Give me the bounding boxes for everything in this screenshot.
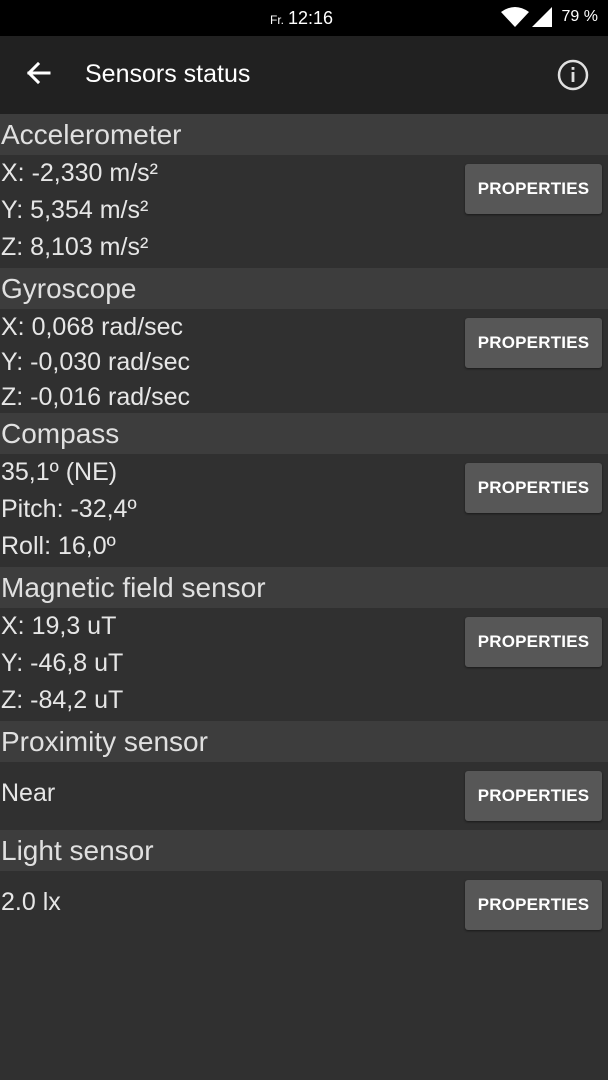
light-properties-button[interactable]: PROPERTIES xyxy=(465,880,602,930)
day-label: Fr. xyxy=(270,13,284,27)
sensor-value-z: Z: 8,103 m/s² xyxy=(1,233,149,261)
sensor-proximity: Proximity sensor Near PROPERTIES xyxy=(0,721,608,830)
info-icon xyxy=(556,59,590,96)
clock: Fr. 12:16 xyxy=(270,8,333,29)
sensor-magnetic-field: Magnetic field sensor X: 19,3 uT Y: -46,… xyxy=(0,567,608,721)
sensor-gyroscope: Gyroscope X: 0,068 rad/sec Y: -0,030 rad… xyxy=(0,268,608,413)
magnetic-field-properties-button[interactable]: PROPERTIES xyxy=(465,617,602,667)
back-button[interactable] xyxy=(20,57,56,93)
sensor-title: Light sensor xyxy=(0,830,608,871)
sensor-values: X: 19,3 uT Y: -46,8 uT Z: -84,2 uT PROPE… xyxy=(0,608,608,721)
signal-icon xyxy=(531,7,552,27)
sensor-value-z: Z: -84,2 uT xyxy=(1,686,124,714)
arrow-back-icon xyxy=(25,61,51,90)
sensor-title: Accelerometer xyxy=(0,114,608,155)
sensor-values: 2.0 lx PROPERTIES xyxy=(0,871,608,939)
sensor-title: Proximity sensor xyxy=(0,721,608,762)
sensor-values: X: 0,068 rad/sec Y: -0,030 rad/sec Z: -0… xyxy=(0,309,608,413)
app-bar: Sensors status xyxy=(0,36,608,114)
sensor-value-z: Z: -0,016 rad/sec xyxy=(1,383,190,411)
sensor-values: 35,1º (NE) Pitch: -32,4º Roll: 16,0º PRO… xyxy=(0,454,608,567)
proximity-properties-button[interactable]: PROPERTIES xyxy=(465,771,602,821)
sensor-light: Light sensor 2.0 lx PROPERTIES xyxy=(0,830,608,939)
status-bar: Fr. 12:16 79 % xyxy=(0,0,608,36)
sensor-values: Near PROPERTIES xyxy=(0,762,608,830)
sensor-list: Accelerometer X: -2,330 m/s² Y: 5,354 m/… xyxy=(0,114,608,939)
sensor-title: Magnetic field sensor xyxy=(0,567,608,608)
sensor-compass: Compass 35,1º (NE) Pitch: -32,4º Roll: 1… xyxy=(0,413,608,567)
compass-roll: Roll: 16,0º xyxy=(1,532,116,560)
compass-properties-button[interactable]: PROPERTIES xyxy=(465,463,602,513)
sensor-values: X: -2,330 m/s² Y: 5,354 m/s² Z: 8,103 m/… xyxy=(0,155,608,268)
status-icons: 79 % xyxy=(500,7,598,27)
sensor-accelerometer: Accelerometer X: -2,330 m/s² Y: 5,354 m/… xyxy=(0,114,608,268)
page-title: Sensors status xyxy=(85,60,251,88)
sensor-title: Compass xyxy=(0,413,608,454)
wifi-icon xyxy=(500,7,529,27)
info-button[interactable] xyxy=(556,58,590,92)
gyroscope-properties-button[interactable]: PROPERTIES xyxy=(465,318,602,368)
accelerometer-properties-button[interactable]: PROPERTIES xyxy=(465,164,602,214)
battery-label: 79 % xyxy=(561,8,598,25)
time-label: 12:16 xyxy=(288,8,334,28)
sensor-title: Gyroscope xyxy=(0,268,608,309)
